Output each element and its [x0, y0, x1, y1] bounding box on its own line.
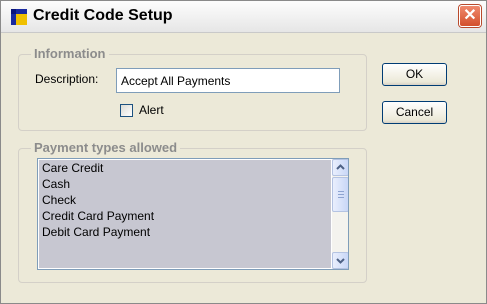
chevron-up-icon — [336, 164, 345, 170]
scroll-down-button[interactable] — [332, 252, 348, 269]
alert-checkbox[interactable] — [120, 104, 133, 117]
scrollbar-thumb[interactable] — [332, 177, 348, 212]
title-bar[interactable]: Credit Code Setup ✕ — [1, 1, 486, 33]
credit-code-setup-dialog: Credit Code Setup ✕ Information Descript… — [0, 0, 487, 304]
payment-types-listbox[interactable]: Care Credit Cash Check Credit Card Payme… — [37, 158, 349, 270]
close-button[interactable]: ✕ — [459, 5, 481, 27]
list-item[interactable]: Debit Card Payment — [39, 224, 331, 240]
description-label: Description: — [35, 72, 99, 86]
description-input[interactable] — [116, 68, 340, 93]
close-icon: ✕ — [463, 7, 477, 24]
list-item[interactable]: Check — [39, 192, 331, 208]
payment-types-list: Care Credit Cash Check Credit Card Payme… — [39, 160, 331, 268]
grip-line — [338, 194, 344, 195]
list-item[interactable]: Cash — [39, 176, 331, 192]
cancel-button[interactable]: Cancel — [382, 101, 447, 124]
scroll-up-button[interactable] — [332, 159, 348, 176]
ok-button[interactable]: OK — [382, 63, 447, 86]
alert-label[interactable]: Alert — [139, 103, 164, 117]
list-item[interactable]: Credit Card Payment — [39, 208, 331, 224]
grip-line — [338, 191, 344, 192]
grip-line — [338, 197, 344, 198]
payment-types-legend: Payment types allowed — [31, 140, 181, 155]
list-item[interactable]: Care Credit — [39, 160, 331, 176]
window-title: Credit Code Setup — [33, 7, 173, 24]
vertical-scrollbar[interactable] — [332, 159, 348, 269]
app-window-icon — [11, 9, 27, 25]
information-legend: Information — [31, 46, 109, 61]
chevron-down-icon — [336, 258, 345, 264]
